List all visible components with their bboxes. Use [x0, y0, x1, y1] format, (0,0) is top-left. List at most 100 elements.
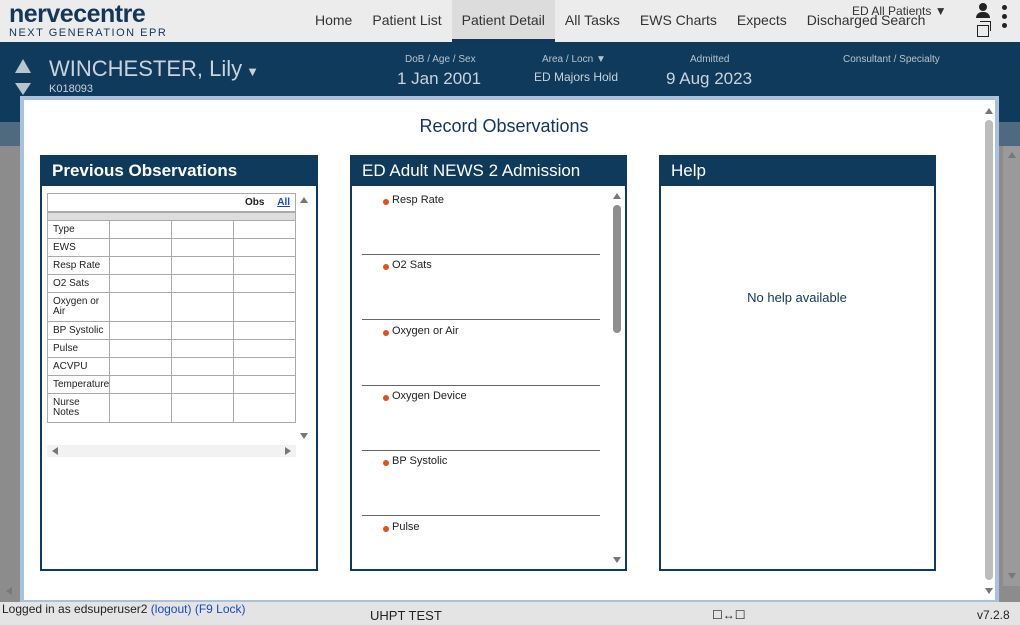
scroll-down-icon[interactable] — [613, 557, 621, 563]
required-dot-icon — [383, 395, 389, 401]
chevron-down-icon[interactable]: ▼ — [246, 64, 259, 79]
logo-sub-text: NEXT GENERATION EPR — [9, 27, 168, 39]
table-row: EWS — [46, 238, 296, 257]
help-text: No help available — [747, 290, 847, 305]
news2-scrollbar[interactable] — [612, 193, 622, 565]
table-scroll-right-icon[interactable] — [285, 447, 291, 455]
list-item[interactable]: Resp Rate — [362, 190, 600, 255]
item-label: Oxygen or Air — [392, 325, 459, 337]
main-nav: Home Patient List Patient Detail All Tas… — [305, 0, 888, 42]
app-logo[interactable]: nervecentre NEXT GENERATION EPR — [9, 0, 168, 40]
obs-label: Obs — [244, 197, 265, 208]
table-horizontal-scrollbar[interactable] — [47, 445, 296, 457]
news2-admission-panel: ED Adult NEWS 2 Admission Resp Rate O2 S… — [350, 155, 627, 571]
dob-value: 1 Jan 2001 — [397, 69, 482, 88]
nav-patient-detail[interactable]: Patient Detail — [451, 0, 555, 42]
patient-name-text: WINCHESTER, Lily — [49, 56, 243, 81]
nav-home[interactable]: Home — [305, 0, 362, 42]
dialog-scrollbar[interactable] — [982, 106, 996, 596]
item-label: BP Systolic — [392, 455, 448, 467]
row-label: ACVPU — [46, 357, 111, 376]
admitted-label: Admitted — [690, 54, 730, 65]
table-row: O2 Sats — [46, 274, 296, 293]
logo-main-text: nervecentre — [9, 0, 146, 28]
previous-observations-table: Obs All Type EWS Resp Rate O2 Sats Oxyge… — [46, 193, 601, 423]
item-label: Pulse — [392, 521, 420, 533]
list-item[interactable]: BP Systolic — [362, 451, 600, 516]
scroll-up-icon[interactable] — [613, 193, 621, 199]
nav-patient-list[interactable]: Patient List — [362, 0, 451, 42]
help-panel: Help No help available — [659, 155, 936, 571]
row-label: Nurse Notes — [46, 393, 111, 423]
area-label-text: Area / Locn — [542, 54, 594, 65]
row-label: BP Systolic — [46, 321, 111, 340]
list-item[interactable]: Oxygen or Air — [362, 321, 600, 386]
list-item[interactable]: O2 Sats — [362, 255, 600, 320]
row-label: Temperature — [46, 375, 111, 394]
table-scroll-up-icon[interactable] — [300, 197, 308, 203]
consultant-label: Consultant / Specialty — [843, 54, 940, 65]
nav-ews-charts[interactable]: EWS Charts — [630, 0, 727, 42]
area-label[interactable]: Area / Locn ▼ — [542, 54, 606, 65]
table-row: Temperature — [46, 375, 296, 394]
scroll-up-icon[interactable] — [985, 108, 993, 114]
row-label: Pulse — [46, 339, 111, 358]
list-item[interactable]: Pulse — [362, 517, 600, 582]
scroll-up-icon[interactable] — [1008, 152, 1016, 158]
lock-link[interactable]: (F9 Lock) — [195, 602, 246, 616]
scroll-down-icon[interactable] — [1008, 573, 1016, 579]
dialog-title: Record Observations — [419, 116, 589, 136]
user-icon[interactable] — [976, 3, 990, 19]
nav-all-tasks[interactable]: All Tasks — [555, 0, 630, 42]
background-scrollbar[interactable] — [1003, 146, 1020, 586]
row-label: O2 Sats — [46, 274, 111, 293]
previous-patient-icon[interactable] — [15, 59, 31, 73]
patient-name[interactable]: WINCHESTER, Lily ▼ — [49, 56, 259, 82]
logout-link[interactable]: (logout) — [151, 602, 192, 616]
required-dot-icon — [383, 330, 389, 336]
dialog-scroll-thumb[interactable] — [985, 120, 993, 580]
table-scroll-left-icon[interactable] — [52, 447, 58, 455]
previous-observations-header: Previous Observations — [42, 157, 316, 186]
row-label: Oxygen or Air — [46, 292, 111, 322]
required-dot-icon — [383, 264, 389, 270]
switch-display-icon[interactable]: ☐↔☐ — [712, 608, 746, 622]
news2-header: ED Adult NEWS 2 Admission — [352, 157, 625, 186]
required-dot-icon — [383, 199, 389, 205]
list-item[interactable]: Oxygen Device — [362, 386, 600, 451]
scroll-down-icon[interactable] — [985, 588, 993, 594]
table-row: ACVPU — [46, 357, 296, 376]
chevron-down-icon: ▼ — [595, 54, 606, 65]
table-row: Nurse Notes — [46, 393, 296, 423]
required-dot-icon — [383, 526, 389, 532]
version-label: v7.2.8 — [977, 608, 1010, 622]
all-obs-link[interactable]: All — [277, 197, 290, 208]
login-info: Logged in as edsuperuser2 (logout) (F9 L… — [2, 603, 252, 615]
table-row: BP Systolic — [46, 321, 296, 340]
window-icon[interactable] — [977, 21, 991, 37]
nav-search[interactable]: Search — [881, 12, 925, 28]
item-label: O2 Sats — [392, 259, 432, 271]
table-row: Resp Rate — [46, 256, 296, 275]
row-label: Type — [46, 220, 111, 239]
next-patient-icon[interactable] — [15, 83, 31, 95]
scroll-left-icon[interactable] — [6, 587, 12, 595]
login-text: Logged in as edsuperuser2 — [2, 602, 148, 616]
record-observations-dialog: Record Observations Previous Observation… — [20, 96, 999, 604]
help-header: Help — [661, 157, 934, 186]
item-label: Resp Rate — [392, 194, 444, 206]
obs-header-cell: Obs All — [47, 193, 296, 212]
row-label: Resp Rate — [46, 256, 111, 275]
table-scroll-down-icon[interactable] — [300, 433, 308, 439]
item-label: Oxygen Device — [392, 390, 467, 402]
nav-expects[interactable]: Expects — [727, 0, 797, 42]
row-label: EWS — [46, 238, 111, 257]
area-value: ED Majors Hold — [534, 70, 619, 84]
table-row: Type — [46, 220, 296, 239]
table-row: Pulse — [46, 339, 296, 358]
news2-scroll-thumb[interactable] — [613, 205, 621, 333]
environment-label: UHPT TEST — [370, 608, 442, 623]
kebab-menu-icon[interactable] — [1002, 5, 1008, 31]
required-dot-icon — [383, 460, 389, 466]
status-bar: Logged in as edsuperuser2 (logout) (F9 L… — [0, 602, 1020, 625]
